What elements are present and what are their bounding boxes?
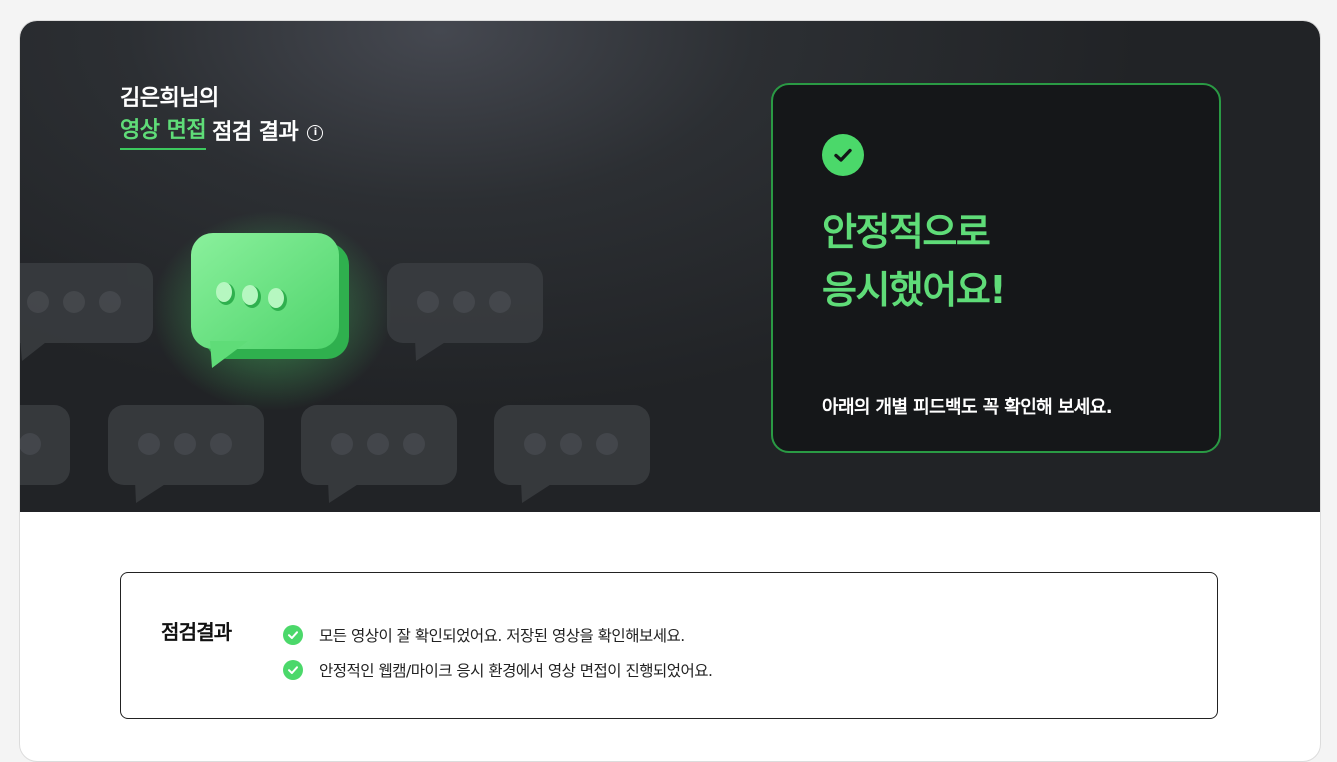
- title-line2: 영상 면접 점검 결과 i: [120, 115, 324, 150]
- info-icon[interactable]: i: [307, 124, 324, 141]
- summary-item-text: 모든 영상이 잘 확인되었어요. 저장된 영상을 확인해보세요.: [319, 626, 685, 645]
- check-icon: [283, 624, 303, 645]
- result-headline-line1: 안정적으로: [822, 210, 991, 254]
- title-rest: 점검 결과: [212, 119, 299, 145]
- green-chat-bubble-icon: [152, 211, 392, 411]
- page-title: 김은희님의 영상 면접 점검 결과 i: [120, 83, 324, 150]
- result-headline: 안정적으로 응시했어요!: [822, 203, 1007, 319]
- check-summary-box: 점검결과 모든 영상이 잘 확인되었어요. 저장된 영상을 확인해보세요. 안정…: [120, 572, 1218, 719]
- bg-bubble-icon: [494, 405, 650, 503]
- title-highlight: 영상 면접: [120, 115, 207, 150]
- summary-list: 모든 영상이 잘 확인되었어요. 저장된 영상을 확인해보세요. 안정적인 웹캠…: [283, 617, 713, 687]
- check-icon: [283, 659, 303, 680]
- result-status-panel: 안정적으로 응시했어요! 아래의 개별 피드백도 꼭 확인해 보세요.: [771, 83, 1221, 453]
- list-item: 모든 영상이 잘 확인되었어요. 저장된 영상을 확인해보세요.: [283, 617, 712, 652]
- bg-bubble-icon: [301, 405, 457, 503]
- hero-section: 김은희님의 영상 면접 점검 결과 i 안정적으로 응시했어요! 아래의 개별 …: [20, 21, 1320, 512]
- summary-item-text: 안정적인 웹캠/마이크 응시 환경에서 영상 면접이 진행되었어요.: [319, 661, 713, 680]
- title-user-line: 김은희님의: [120, 86, 219, 111]
- bg-bubble-icon: [387, 263, 543, 361]
- result-card: 김은희님의 영상 면접 점검 결과 i 안정적으로 응시했어요! 아래의 개별 …: [19, 20, 1321, 762]
- summary-label: 점검결과: [161, 620, 232, 644]
- result-subtext: 아래의 개별 피드백도 꼭 확인해 보세요.: [822, 397, 1113, 418]
- bg-bubble-icon: [20, 405, 70, 485]
- check-icon: [822, 134, 864, 176]
- list-item: 안정적인 웹캠/마이크 응시 환경에서 영상 면접이 진행되었어요.: [283, 652, 713, 687]
- result-headline-line2: 응시했어요!: [822, 268, 1007, 312]
- bg-bubble-icon: [108, 405, 264, 503]
- bg-bubble-icon: [20, 263, 153, 361]
